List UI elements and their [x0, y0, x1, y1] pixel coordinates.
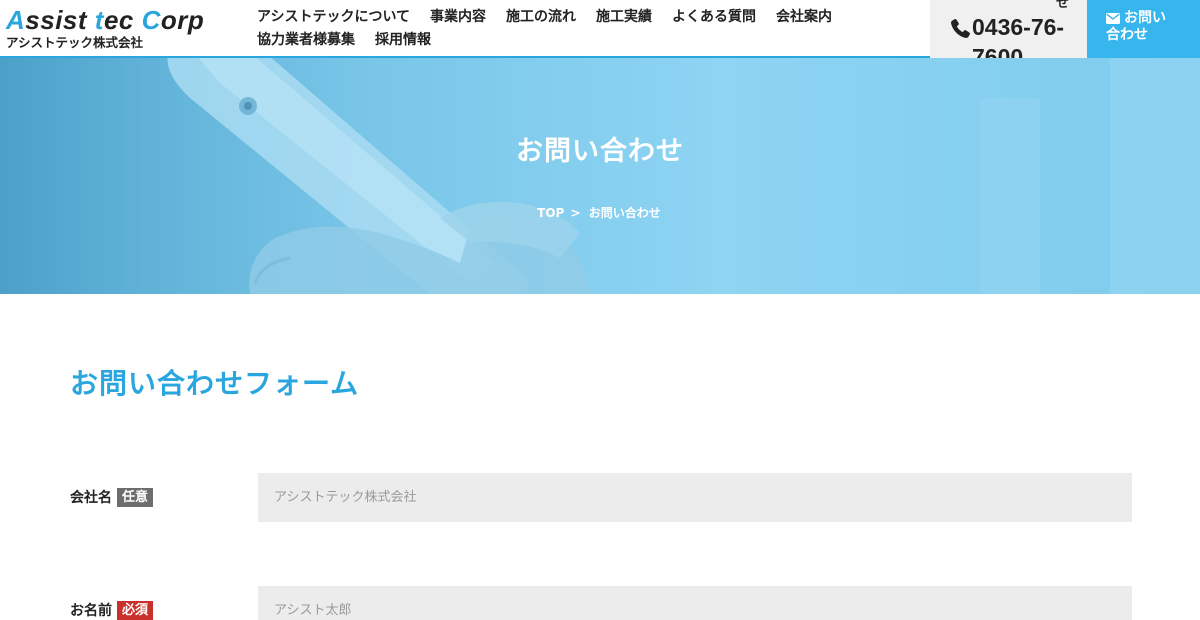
contact-button[interactable]: お問い 合わせ [1087, 0, 1200, 58]
breadcrumb-home-link[interactable]: TOP [537, 206, 564, 220]
breadcrumb: TOP > お問い合わせ [0, 204, 1200, 221]
optional-badge: 任意 [117, 487, 154, 507]
phone-number: 0436-76-7600 [972, 14, 1065, 58]
global-nav: アシストテックについて 事業内容 施工の流れ 施工実績 よくある質問 会社案内 … [257, 6, 897, 52]
nav-item-faq[interactable]: よくある質問 [672, 6, 756, 29]
name-field-label: お名前 必須 [70, 600, 154, 620]
site-logo[interactable]: Assist tec Corp アシストテック株式会社 [6, 6, 246, 54]
nav-item-about[interactable]: アシストテックについて [257, 6, 410, 29]
nav-item-flow[interactable]: 施工の流れ [506, 6, 576, 29]
hero-background-image [0, 58, 1200, 294]
phone-icon [951, 18, 971, 38]
breadcrumb-current: お問い合わせ [588, 206, 661, 220]
nav-item-services[interactable]: 事業内容 [430, 6, 486, 29]
logo-company-name: アシストテック株式会社 [6, 35, 144, 50]
form-row-name: お名前 必須 [70, 586, 1132, 620]
form-row-company: 会社名 任意 [70, 473, 1132, 523]
name-input[interactable] [258, 586, 1132, 620]
required-badge: 必須 [117, 600, 154, 620]
phone-box[interactable]: せ 0436-76-7600 [930, 0, 1087, 58]
tel-clipped-text: せ [1055, 0, 1069, 11]
contact-button-label-2: 合わせ [1106, 27, 1148, 43]
breadcrumb-separator: > [570, 206, 581, 220]
contact-button-label-1: お問い [1124, 10, 1166, 26]
mail-icon [1106, 13, 1120, 24]
nav-item-partners[interactable]: 協力業者様募集 [257, 29, 355, 52]
logo-wordmark: Assist tec Corp [6, 5, 205, 35]
tel-row: 0436-76-7600 [948, 12, 1087, 58]
page-hero: お問い合わせ TOP > お問い合わせ [0, 58, 1200, 294]
company-name-input[interactable] [258, 473, 1132, 522]
company-field-label: 会社名 任意 [70, 487, 154, 507]
nav-item-recruit[interactable]: 採用情報 [375, 29, 431, 52]
nav-item-company[interactable]: 会社案内 [776, 6, 832, 29]
nav-item-works[interactable]: 施工実績 [596, 6, 652, 29]
page-title: お問い合わせ [516, 136, 684, 167]
site-header: Assist tec Corp アシストテック株式会社 アシストテックについて … [0, 0, 1200, 58]
form-title: お問い合わせフォーム [70, 367, 360, 400]
